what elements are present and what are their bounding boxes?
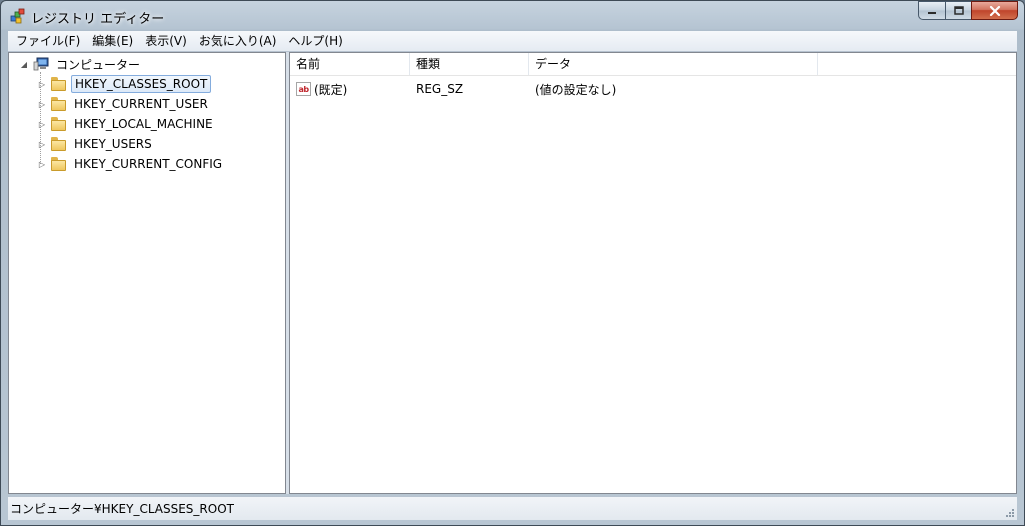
expand-triangle-icon[interactable]: ▷	[37, 140, 47, 149]
status-bar: コンピューター¥HKEY_CLASSES_ROOT	[8, 496, 1017, 520]
key-tree-pane[interactable]: ◢ コンピューター ▷ HKEY_CLASSES_ROOT ▷ HKEY_CUR…	[8, 52, 286, 494]
registry-editor-window: レジストリ エディター ファイル(F) 編集(E) 表示(V) お気に入り(A)…	[0, 0, 1025, 526]
tree-label-computer: コンピューター	[56, 57, 141, 72]
value-type: REG_SZ	[416, 82, 464, 96]
string-value-icon: ab	[296, 82, 311, 96]
caption-buttons	[918, 1, 1018, 21]
folder-icon	[51, 117, 67, 131]
menu-view[interactable]: 表示(V)	[139, 31, 193, 51]
folder-icon	[51, 137, 67, 151]
resize-grip-icon[interactable]	[1005, 508, 1015, 518]
column-header-type[interactable]: 種類	[410, 53, 529, 75]
tree-item-hkey-current-user[interactable]: ▷ HKEY_CURRENT_USER	[37, 94, 211, 114]
tree-label-hkey-current-config: HKEY_CURRENT_CONFIG	[74, 157, 223, 171]
folder-icon	[51, 97, 67, 111]
column-header-name[interactable]: 名前	[290, 53, 410, 75]
tree-label-hkey-current-user: HKEY_CURRENT_USER	[74, 97, 208, 111]
menu-favorites[interactable]: お気に入り(A)	[193, 31, 283, 51]
expand-triangle-icon[interactable]: ▷	[37, 160, 47, 169]
collapse-triangle-icon[interactable]: ◢	[19, 60, 29, 69]
window-title: レジストリ エディター	[31, 12, 165, 27]
maximize-icon	[953, 6, 964, 15]
column-header-data[interactable]: データ	[529, 53, 818, 75]
tree-label-hkey-users: HKEY_USERS	[74, 137, 152, 151]
maximize-button[interactable]	[945, 1, 971, 20]
tree-label-hkey-classes-root: HKEY_CLASSES_ROOT	[71, 75, 212, 93]
folder-icon	[51, 77, 67, 91]
value-data: (値の設定なし)	[535, 82, 617, 97]
menu-edit[interactable]: 編集(E)	[86, 31, 139, 51]
expand-triangle-icon[interactable]: ▷	[37, 80, 47, 89]
tree-item-hkey-users[interactable]: ▷ HKEY_USERS	[37, 134, 155, 154]
close-button[interactable]	[971, 1, 1018, 20]
folder-icon	[51, 157, 67, 171]
expand-triangle-icon[interactable]: ▷	[37, 120, 47, 129]
list-header: 名前 種類 データ	[290, 53, 1016, 76]
computer-icon	[33, 57, 49, 71]
tree-item-hkey-classes-root[interactable]: ▷ HKEY_CLASSES_ROOT	[37, 74, 212, 94]
tree-item-hkey-current-config[interactable]: ▷ HKEY_CURRENT_CONFIG	[37, 154, 225, 174]
minimize-icon	[928, 11, 936, 14]
value-name: (既定)	[314, 82, 348, 97]
client-area: ◢ コンピューター ▷ HKEY_CLASSES_ROOT ▷ HKEY_CUR…	[8, 52, 1017, 494]
tree-item-hkey-local-machine[interactable]: ▷ HKEY_LOCAL_MACHINE	[37, 114, 216, 134]
tree-root-computer[interactable]: ◢ コンピューター	[19, 54, 143, 74]
status-path: コンピューター¥HKEY_CLASSES_ROOT	[10, 502, 234, 516]
list-row[interactable]: ab (既定) REG_SZ (値の設定なし)	[290, 79, 616, 99]
registry-editor-app-icon[interactable]	[9, 7, 27, 25]
expand-triangle-icon[interactable]: ▷	[37, 100, 47, 109]
value-list-pane[interactable]: 名前 種類 データ ab (既定) REG_SZ (値の設定なし)	[289, 52, 1017, 494]
title-bar[interactable]: レジストリ エディター	[1, 1, 1024, 30]
tree-label-hkey-local-machine: HKEY_LOCAL_MACHINE	[74, 117, 213, 131]
close-icon	[989, 5, 1000, 16]
menu-help[interactable]: ヘルプ(H)	[282, 31, 348, 51]
menu-bar: ファイル(F) 編集(E) 表示(V) お気に入り(A) ヘルプ(H)	[8, 31, 1017, 52]
minimize-button[interactable]	[918, 1, 945, 20]
menu-file[interactable]: ファイル(F)	[10, 31, 86, 51]
